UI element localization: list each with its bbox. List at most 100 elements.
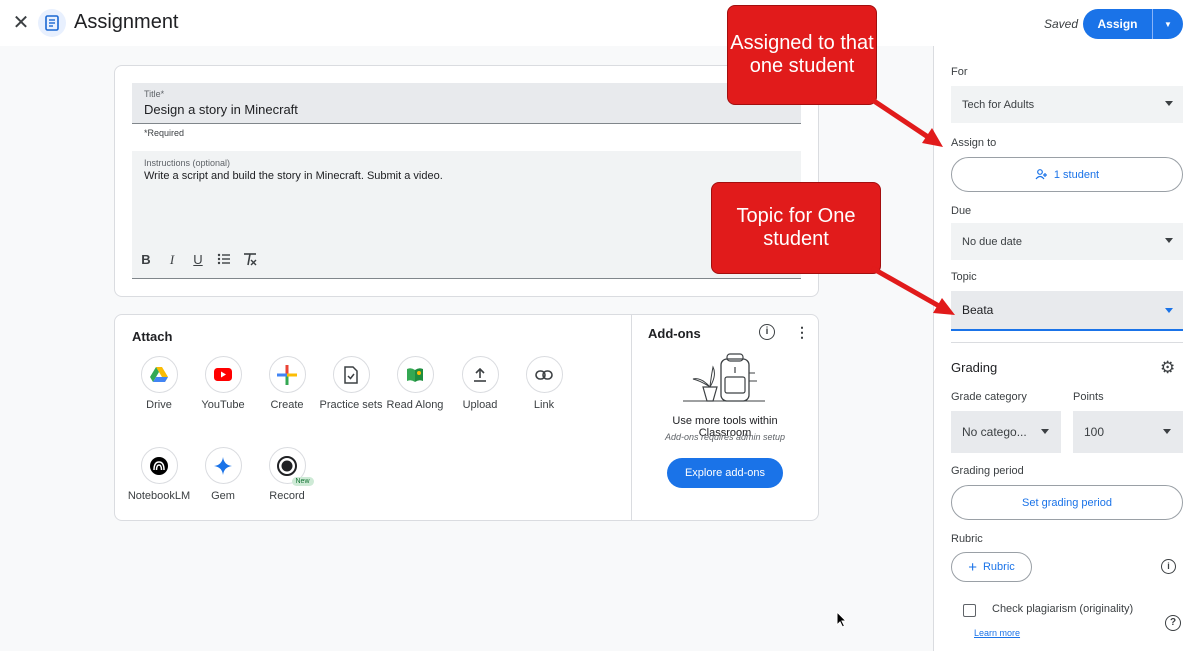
explore-addons-button[interactable]: Explore add-ons xyxy=(667,458,783,488)
topic-value: Beata xyxy=(962,303,994,317)
attach-label: Create xyxy=(270,399,304,411)
divider xyxy=(631,315,632,520)
attach-label: Gem xyxy=(211,490,235,502)
new-badge: New xyxy=(291,477,314,486)
title-label: Title* xyxy=(144,89,165,99)
practice-sets-icon xyxy=(332,356,370,393)
grade-category-value: No catego... xyxy=(962,425,1027,439)
assign-to-button[interactable]: 1 student xyxy=(951,157,1183,192)
attach-youtube[interactable]: YouTube xyxy=(188,356,258,412)
gem-icon xyxy=(204,447,242,484)
info-icon[interactable]: i xyxy=(1161,559,1176,574)
addons-title: Add-ons xyxy=(648,326,701,341)
close-icon[interactable]: ✕ xyxy=(10,12,32,34)
attach-label: YouTube xyxy=(201,399,245,411)
instructions-label: Instructions (optional) xyxy=(144,158,231,168)
underline-icon[interactable]: U xyxy=(191,252,205,268)
chevron-down-icon xyxy=(1165,308,1173,313)
link-icon xyxy=(525,356,563,393)
attach-notebooklm[interactable]: NotebookLM xyxy=(124,447,194,503)
attach-label: Record xyxy=(269,490,305,502)
grade-category-select[interactable]: No catego... xyxy=(951,411,1061,453)
info-icon[interactable]: i xyxy=(759,324,775,340)
topic-select[interactable]: Beata xyxy=(951,291,1183,331)
attach-drive[interactable]: Drive xyxy=(124,356,194,412)
mouse-cursor-icon xyxy=(836,611,848,628)
attach-create[interactable]: Create xyxy=(252,356,322,412)
title-value: Design a story in Minecraft xyxy=(144,102,298,117)
points-label: Points xyxy=(1073,391,1104,403)
gear-icon[interactable]: ⚙ xyxy=(1160,358,1175,378)
top-bar: ✕ Assignment Saved Assign ▼ xyxy=(0,0,1200,46)
class-select-value: Tech for Adults xyxy=(962,98,1035,111)
instructions-value: Write a script and build the story in Mi… xyxy=(144,170,443,182)
read-along-icon xyxy=(396,356,434,393)
format-toolbar: B I U xyxy=(139,252,257,268)
attach-practice-sets[interactable]: Practice sets xyxy=(316,356,386,412)
attach-card: Attach Drive YouTube Create Practice set… xyxy=(114,314,819,521)
upload-icon xyxy=(461,356,499,393)
points-value: 100 xyxy=(1084,425,1105,439)
arrow-to-topic xyxy=(870,265,941,309)
due-value: No due date xyxy=(962,235,1022,248)
attach-label: Practice sets xyxy=(319,399,383,411)
addons-subtext: Add-ons requires admin setup xyxy=(664,432,786,442)
assign-to-label: Assign to xyxy=(951,137,997,149)
attach-label: Link xyxy=(533,399,555,411)
saved-status: Saved xyxy=(1044,17,1079,31)
set-grading-period-button[interactable]: Set grading period xyxy=(951,485,1183,520)
plus-icon: + xyxy=(968,558,977,576)
grade-category-label: Grade category xyxy=(951,391,1027,403)
assignment-icon xyxy=(38,9,66,37)
callout-assigned: Assigned to that one student xyxy=(727,5,877,105)
assign-button[interactable]: Assign xyxy=(1083,9,1152,39)
title-field[interactable]: Title* Design a story in Minecraft xyxy=(132,83,801,124)
due-label: Due xyxy=(951,205,972,217)
attach-label: Read Along xyxy=(386,399,444,411)
notebooklm-icon xyxy=(140,447,178,484)
due-select[interactable]: No due date xyxy=(951,223,1183,260)
page-title: Assignment xyxy=(74,11,179,33)
settings-panel: For Tech for Adults Assign to 1 student … xyxy=(933,46,1200,651)
attach-gem[interactable]: Gem xyxy=(188,447,258,503)
clear-formatting-icon[interactable] xyxy=(243,252,257,268)
more-vert-icon[interactable]: ⋮ xyxy=(795,324,809,341)
learn-more-link[interactable]: Learn more xyxy=(974,628,1020,638)
plagiarism-checkbox[interactable] xyxy=(963,604,976,617)
callout-topic: Topic for One student xyxy=(711,182,881,274)
chevron-down-icon xyxy=(1165,101,1173,106)
points-select[interactable]: 100 xyxy=(1073,411,1183,453)
plus-icon xyxy=(268,356,306,393)
attach-title: Attach xyxy=(132,329,173,344)
addons-illustration xyxy=(683,353,765,402)
chevron-down-icon xyxy=(1041,429,1049,434)
assign-dropdown-icon[interactable]: ▼ xyxy=(1152,9,1183,39)
chevron-down-icon xyxy=(1165,238,1173,243)
rubric-label: Rubric xyxy=(951,533,983,545)
arrow-to-assign xyxy=(866,94,930,140)
grading-title: Grading xyxy=(951,360,998,375)
help-icon[interactable]: ? xyxy=(1165,615,1181,631)
divider xyxy=(951,342,1183,343)
required-note: *Required xyxy=(144,128,185,138)
rubric-button-label: Rubric xyxy=(982,561,1015,573)
attach-label: NotebookLM xyxy=(127,490,191,502)
class-select[interactable]: Tech for Adults xyxy=(951,86,1183,123)
attach-upload[interactable]: Upload xyxy=(445,356,515,412)
italic-icon[interactable]: I xyxy=(165,252,179,268)
attach-read-along[interactable]: Read Along xyxy=(380,356,450,412)
drive-icon xyxy=(140,356,178,393)
plagiarism-label: Check plagiarism (originality) xyxy=(992,603,1134,615)
attach-label: Drive xyxy=(146,399,172,411)
record-icon: New xyxy=(268,447,314,486)
attach-label: Upload xyxy=(462,399,498,411)
assign-button-group: Assign ▼ xyxy=(1083,9,1183,39)
attach-record[interactable]: New Record xyxy=(252,447,322,503)
add-rubric-button[interactable]: + Rubric xyxy=(951,552,1032,582)
grading-period-label: Grading period xyxy=(951,465,1024,477)
youtube-icon xyxy=(204,356,242,393)
attach-link[interactable]: Link xyxy=(509,356,579,412)
bulleted-list-icon[interactable] xyxy=(217,252,231,268)
chevron-down-icon xyxy=(1163,429,1171,434)
bold-icon[interactable]: B xyxy=(139,252,153,268)
